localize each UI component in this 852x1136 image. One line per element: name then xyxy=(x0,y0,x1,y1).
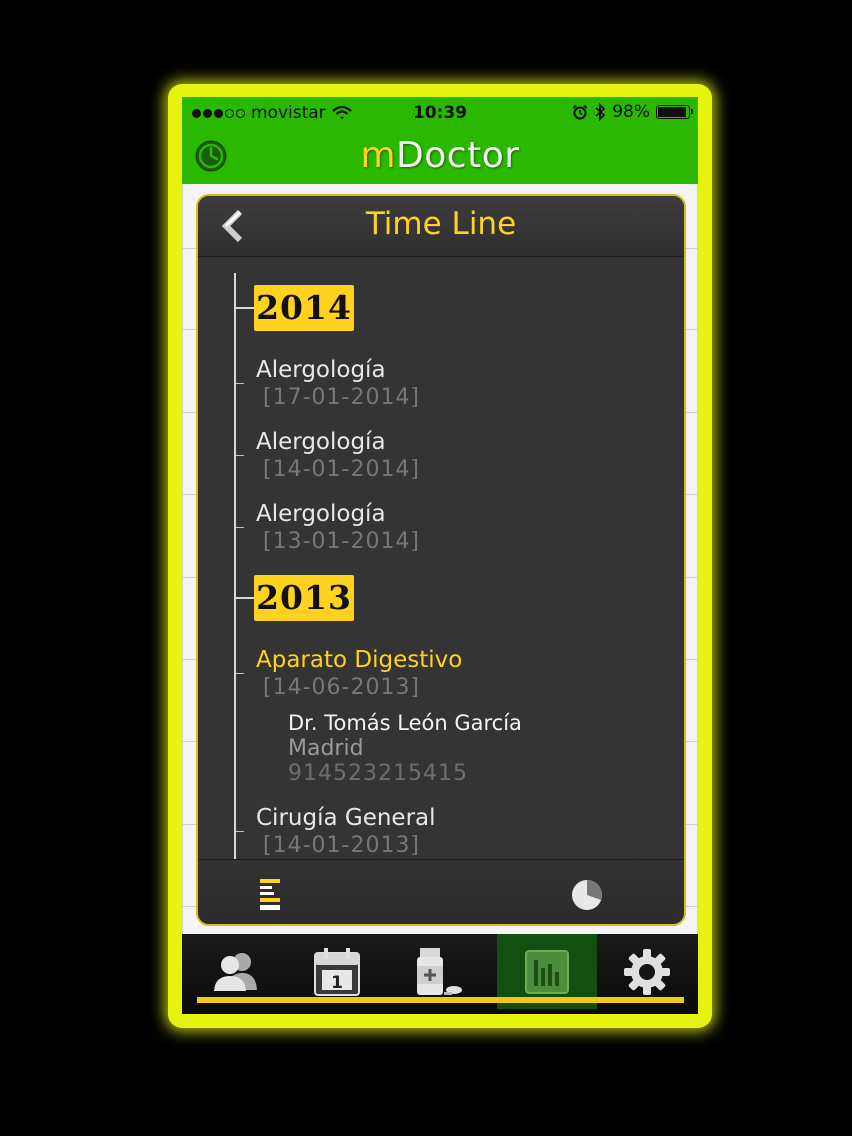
timeline-rule xyxy=(234,273,236,859)
battery-percent: 98% xyxy=(612,102,650,122)
timeline-entry-date: [14-06-2013] xyxy=(263,675,421,700)
battery-icon xyxy=(656,105,693,119)
device-frame: movistar 10:39 98% mDoctor Time Line 201… xyxy=(168,84,712,1028)
entry-tick xyxy=(236,455,244,456)
timeline-entry-title[interactable]: Cirugía General xyxy=(256,805,436,831)
doctor-name: Dr. Tomás León García xyxy=(288,711,522,735)
users-icon xyxy=(214,952,257,991)
status-bar: movistar 10:39 98% xyxy=(182,97,698,129)
panel-header: Time Line xyxy=(198,196,684,257)
app-header: mDoctor xyxy=(182,129,698,184)
alarm-icon xyxy=(572,104,588,120)
year-badge: 2013 xyxy=(254,575,354,621)
timeline-entry-title[interactable]: Alergología xyxy=(256,501,386,527)
status-right: 98% xyxy=(572,102,693,122)
calendar-icon: 1 xyxy=(314,947,360,996)
pie-chart-icon[interactable] xyxy=(570,878,604,912)
timeline-list[interactable]: 2014 Alergología [17-01-2014] Alergología [1… xyxy=(198,257,684,859)
timeline-entry-date: [14-01-2013] xyxy=(263,833,421,858)
year-tick xyxy=(236,307,254,309)
timeline-entry-date: [14-01-2014] xyxy=(263,457,421,482)
app-title: mDoctor xyxy=(360,135,520,176)
entry-tick xyxy=(236,673,244,674)
year-tick xyxy=(236,597,254,599)
timeline-entry-title[interactable]: Alergología xyxy=(256,357,386,383)
app-screen: movistar 10:39 98% mDoctor Time Line 201… xyxy=(182,97,698,1014)
year-badge: 2014 xyxy=(254,285,354,331)
entry-tick xyxy=(236,831,244,832)
bar-chart-icon xyxy=(525,949,569,994)
entry-tick xyxy=(236,527,244,528)
panel-title: Time Line xyxy=(365,206,517,242)
timeline-entry-date: [13-01-2014] xyxy=(263,529,421,554)
timeline-entry-date: [17-01-2014] xyxy=(263,385,421,410)
medicine-icon xyxy=(417,947,462,995)
timeline-entry-title[interactable]: Aparato Digestivo xyxy=(256,647,462,673)
bluetooth-icon xyxy=(595,103,606,121)
timeline-entry-title[interactable]: Alergología xyxy=(256,429,386,455)
timeline-panel: Time Line 2014 Alergología [17-01-2014] Ale… xyxy=(196,194,686,926)
doctor-city: Madrid xyxy=(288,736,364,761)
list-icon[interactable] xyxy=(260,878,282,912)
tab-bar-indicator xyxy=(197,997,684,1003)
calendar-badge: 1 xyxy=(331,973,343,993)
gear-icon xyxy=(624,948,670,995)
doctor-phone[interactable]: 914523215415 xyxy=(288,761,468,786)
panel-footer xyxy=(198,859,684,924)
entry-tick xyxy=(236,383,244,384)
tab-bar: 1 xyxy=(182,934,698,1014)
